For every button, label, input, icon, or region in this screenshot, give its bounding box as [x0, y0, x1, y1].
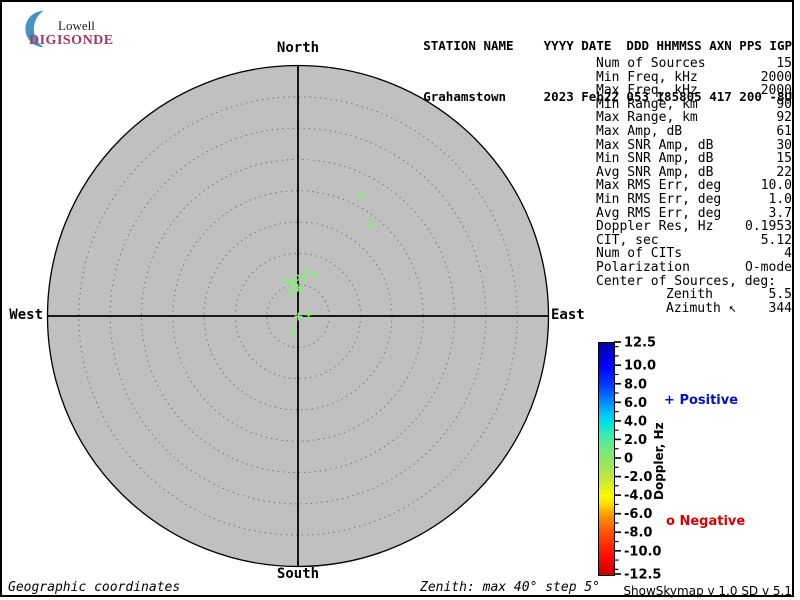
- stat-label: Avg SNR Amp, dB: [596, 164, 714, 180]
- stat-label: CIT, sec: [596, 232, 659, 248]
- stat-label: Min RMS Err, deg: [596, 191, 722, 207]
- stat-label: Min Range, km: [596, 96, 698, 112]
- stat-label: Azimuth ↖: [666, 300, 737, 316]
- compass-label-south: South: [276, 566, 320, 582]
- colorbar-tick-label: -6.0: [624, 507, 652, 522]
- stat-value: 5.12: [760, 232, 792, 248]
- stat-row: Max Freq, kHz 2000: [596, 84, 792, 98]
- legend-negative-label: Negative: [679, 514, 746, 529]
- colorbar-tick-label: 6.0: [624, 396, 647, 411]
- stat-row: Max Range, km 92: [596, 111, 792, 125]
- stat-value: 92: [776, 110, 792, 126]
- compass-label-west: West: [9, 307, 43, 323]
- legend-negative: o Negative: [666, 514, 745, 529]
- stat-value: 0.1953: [745, 219, 792, 235]
- stat-row: Max Amp, dB 61: [596, 125, 792, 139]
- stat-label: Max RMS Err, deg: [596, 178, 722, 194]
- colorbar-tick-label: -2.0: [624, 470, 652, 485]
- logo-lowell-text: Lowell: [58, 18, 95, 33]
- stat-row: Max SNR Amp, dB 30: [596, 137, 792, 153]
- colorbar-tick-label: -4.0: [624, 489, 652, 504]
- stat-value: 15: [776, 56, 792, 71]
- stat-value: 15: [776, 151, 792, 167]
- stat-value: 3.7: [768, 205, 792, 221]
- stat-row: Polarization O-mode: [596, 261, 792, 275]
- colorbar-tick-label: 10.0: [624, 359, 656, 374]
- stat-label: Num of CITs: [596, 246, 683, 262]
- colorbar-tick-label: 4.0: [624, 414, 647, 429]
- software-version: ShowSkymap v 1.0 SD v 5.1: [623, 584, 792, 598]
- doppler-colorbar: [598, 342, 615, 576]
- stat-row: Zenith 5.5: [596, 288, 792, 302]
- circle-symbol-icon: o: [666, 514, 675, 529]
- logo-digisonde-text: DIGISONDE: [29, 33, 114, 48]
- colorbar-axis-label: Doppler, Hz: [652, 422, 666, 500]
- stat-row: Doppler Res, Hz 0.1953: [596, 220, 792, 234]
- stat-label: Max Freq, kHz: [596, 83, 698, 99]
- plus-symbol-icon: +: [664, 393, 675, 408]
- stat-value: 90: [776, 96, 792, 112]
- stat-label: Max Range, km: [596, 110, 698, 126]
- stat-label: Min SNR Amp, dB: [596, 151, 714, 167]
- stat-value: 344: [768, 300, 792, 316]
- stat-row: Num of CITs 4: [596, 247, 792, 261]
- stat-row: Center of Sources, deg:: [596, 273, 792, 289]
- stat-value: 30: [776, 137, 792, 153]
- stat-label: Polarization: [596, 259, 690, 275]
- stat-label: Max SNR Amp, dB: [596, 137, 714, 153]
- skymap-window: Lowell DIGISONDE STATION NAME YYYY DATE …: [0, 0, 800, 600]
- stat-row: Min Range, km 90: [596, 98, 792, 112]
- stat-label: Center of Sources, deg:: [596, 273, 777, 289]
- stat-label: Min Freq, kHz: [596, 69, 698, 85]
- stats-panel: Num of Sources 15 Min Freq, kHz 2000 Max Fre…: [596, 57, 792, 315]
- stat-value: 2000: [760, 69, 792, 85]
- colorbar-tick-label: 2.0: [624, 433, 647, 448]
- stat-label: Max Amp, dB: [596, 123, 683, 139]
- colorbar-tick-label: 12.5: [624, 336, 656, 351]
- colorbar-tick-scale: 12.5 10.0 8.0 6.0 4.0 2.0 0 -2.0 -4.0 -6.0 -8.0 -10…: [614, 336, 661, 583]
- skymap-polar-plot: [46, 64, 550, 568]
- stat-value: 22: [776, 164, 792, 180]
- colorbar-tick-label: -10.0: [624, 544, 661, 559]
- stat-row: CIT, sec 5.12: [596, 234, 792, 248]
- stat-row: Azimuth ↖ 344: [596, 302, 792, 316]
- stat-value: O-mode: [745, 259, 792, 275]
- stat-row: Num of Sources 15: [596, 57, 792, 71]
- legend-positive: + Positive: [664, 393, 738, 408]
- stat-value: 1.0: [768, 191, 792, 207]
- stat-label: Avg RMS Err, deg: [596, 205, 722, 221]
- stat-value: 5.5: [768, 287, 792, 303]
- stat-row: Min SNR Amp, dB 15: [596, 152, 792, 166]
- zenith-range-note: Zenith: max 40° step 5°: [420, 580, 601, 595]
- stat-row: Avg SNR Amp, dB 22: [596, 166, 792, 180]
- header-column-titles: STATION NAME YYYY DATE DDD HHMMSS AXN PP…: [423, 38, 792, 53]
- stat-value: 2000: [760, 83, 792, 99]
- stat-row: Min RMS Err, deg 1.0: [596, 193, 792, 207]
- stat-value: 61: [776, 123, 792, 139]
- legend-positive-label: Positive: [679, 393, 739, 408]
- lowell-digisonde-logo: Lowell DIGISONDE: [12, 6, 122, 50]
- stat-value: 10.0: [760, 178, 792, 194]
- stat-value: 4: [784, 246, 792, 262]
- colorbar-tick-label: 8.0: [624, 377, 647, 392]
- stat-row: Avg RMS Err, deg 3.7: [596, 205, 792, 221]
- stat-row: Min Freq, kHz 2000: [596, 69, 792, 85]
- coordinates-note: Geographic coordinates: [8, 580, 181, 595]
- stat-label: Num of Sources: [596, 56, 706, 71]
- stat-row: Max RMS Err, deg 10.0: [596, 179, 792, 193]
- colorbar-tick-label: 0: [624, 452, 633, 467]
- compass-label-north: North: [276, 40, 320, 56]
- colorbar-tick-label: -8.0: [624, 526, 652, 541]
- colorbar-tick-label: -12.5: [624, 568, 661, 583]
- stat-label: Doppler Res, Hz: [596, 219, 714, 235]
- stat-label: Zenith: [666, 287, 713, 303]
